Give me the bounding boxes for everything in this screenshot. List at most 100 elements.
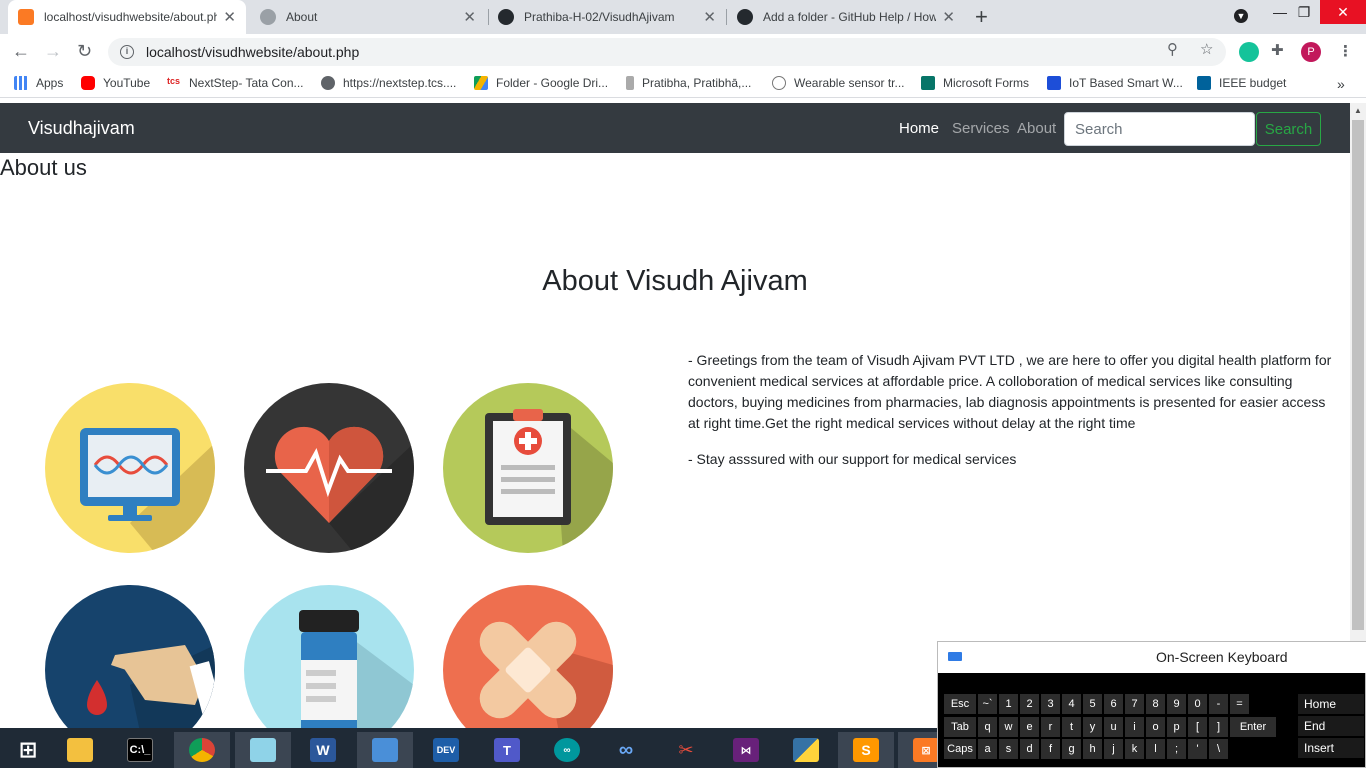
osk-key[interactable]: = bbox=[1230, 694, 1249, 714]
osk-key[interactable]: 1 bbox=[999, 694, 1018, 714]
nav-services[interactable]: Services bbox=[952, 120, 1010, 137]
extensions-icon[interactable]: ✚ bbox=[1271, 41, 1284, 59]
bookmark-youtube[interactable]: YouTube bbox=[81, 76, 150, 90]
taskbar-arduino[interactable]: ∞ bbox=[539, 732, 595, 768]
osk-key[interactable]: [ bbox=[1188, 717, 1207, 737]
osk-key[interactable]: \ bbox=[1209, 739, 1228, 759]
taskbar-chrome[interactable] bbox=[174, 732, 230, 768]
osk-key[interactable]: 4 bbox=[1062, 694, 1081, 714]
osk-key[interactable]: s bbox=[999, 739, 1018, 759]
bookmark-ieee[interactable]: IEEE budget bbox=[1197, 76, 1286, 90]
forward-button[interactable]: → bbox=[44, 41, 62, 62]
osk-key[interactable]: - bbox=[1209, 694, 1228, 714]
bookmark-nextstep-url[interactable]: https://nextstep.tcs.... bbox=[321, 76, 456, 90]
bookmark-google-drive[interactable]: Folder - Google Dri... bbox=[474, 76, 608, 90]
osk-key[interactable]: o bbox=[1146, 717, 1165, 737]
osk-key[interactable]: 2 bbox=[1020, 694, 1039, 714]
osk-key[interactable]: ' bbox=[1188, 739, 1207, 759]
osk-key[interactable]: q bbox=[978, 717, 997, 737]
osk-key[interactable]: Caps bbox=[944, 739, 976, 759]
zoom-icon[interactable]: ⚲ bbox=[1167, 40, 1178, 58]
osk-key[interactable]: Tab bbox=[944, 717, 976, 737]
reload-button[interactable]: ↻ bbox=[77, 41, 92, 62]
osk-key[interactable]: Esc bbox=[944, 694, 976, 714]
close-window-button[interactable]: ✕ bbox=[1320, 0, 1366, 24]
osk-key[interactable]: ; bbox=[1167, 739, 1186, 759]
osk-key[interactable]: t bbox=[1062, 717, 1081, 737]
osk-key[interactable]: d bbox=[1020, 739, 1039, 759]
scrollbar-thumb[interactable] bbox=[1352, 120, 1364, 630]
bookmark-nextstep[interactable]: tcs NextStep- Tata Con... bbox=[167, 76, 304, 90]
osk-key[interactable]: l bbox=[1146, 739, 1165, 759]
page-scrollbar[interactable]: ▲ bbox=[1350, 103, 1366, 728]
tab-github-help[interactable]: Add a folder - GitHub Help / How ✕ bbox=[727, 0, 965, 34]
osk-key[interactable]: 7 bbox=[1125, 694, 1144, 714]
start-button[interactable]: ⊞ bbox=[0, 732, 56, 768]
taskbar-remote-desktop[interactable] bbox=[357, 732, 413, 768]
osk-key[interactable]: 8 bbox=[1146, 694, 1165, 714]
osk-key[interactable]: w bbox=[999, 717, 1018, 737]
osk-title-bar[interactable]: On-Screen Keyboard bbox=[938, 642, 1366, 673]
osk-key[interactable]: h bbox=[1083, 739, 1102, 759]
nav-home[interactable]: Home bbox=[899, 120, 939, 137]
site-brand[interactable]: Visudhajivam bbox=[28, 118, 135, 139]
osk-key[interactable]: End bbox=[1298, 716, 1364, 736]
taskbar-visual-studio[interactable]: ⋈ bbox=[718, 732, 774, 768]
taskbar-word[interactable]: W bbox=[295, 732, 351, 768]
chrome-menu-icon[interactable]: ⋮ bbox=[1338, 42, 1353, 60]
taskbar-cmd[interactable]: C:\_ bbox=[112, 732, 168, 768]
nav-about[interactable]: About bbox=[1017, 120, 1056, 137]
taskbar-python[interactable] bbox=[778, 732, 834, 768]
more-bookmarks-icon[interactable]: » bbox=[1337, 76, 1345, 92]
search-input[interactable] bbox=[1064, 112, 1255, 146]
tab-github-repo[interactable]: Prathiba-H-02/VisudhAjivam ✕ bbox=[488, 0, 726, 34]
bookmark-star-icon[interactable]: ☆ bbox=[1200, 40, 1213, 58]
osk-key[interactable]: i bbox=[1125, 717, 1144, 737]
osk-key[interactable]: ~` bbox=[978, 694, 997, 714]
osk-key[interactable]: 3 bbox=[1041, 694, 1060, 714]
taskbar-teams[interactable]: T bbox=[479, 732, 535, 768]
osk-key[interactable]: y bbox=[1083, 717, 1102, 737]
taskbar-snipping-tool[interactable]: ✂ bbox=[658, 732, 714, 768]
osk-key[interactable]: Home bbox=[1298, 694, 1364, 714]
grammarly-icon[interactable] bbox=[1239, 42, 1259, 62]
profile-avatar[interactable]: P bbox=[1301, 42, 1321, 62]
back-button[interactable]: ← bbox=[12, 41, 30, 62]
maximize-button[interactable]: ❐ bbox=[1286, 0, 1322, 24]
osk-key[interactable]: 5 bbox=[1083, 694, 1102, 714]
taskbar-infinity-app[interactable]: ∞ bbox=[598, 732, 654, 768]
osk-key[interactable]: r bbox=[1041, 717, 1060, 737]
osk-key[interactable]: Enter bbox=[1230, 717, 1276, 737]
taskbar-devcpp[interactable]: DEV bbox=[418, 732, 474, 768]
osk-key[interactable]: u bbox=[1104, 717, 1123, 737]
address-bar[interactable]: i localhost/visudhwebsite/about.php bbox=[108, 38, 1226, 66]
close-tab-icon[interactable]: ✕ bbox=[463, 8, 476, 26]
osk-key[interactable]: p bbox=[1167, 717, 1186, 737]
site-info-icon[interactable]: i bbox=[120, 45, 134, 59]
bookmark-wearable[interactable]: Wearable sensor tr... bbox=[772, 76, 905, 90]
close-tab-icon[interactable]: ✕ bbox=[703, 8, 716, 26]
osk-key[interactable]: ] bbox=[1209, 717, 1228, 737]
osk-key[interactable]: 9 bbox=[1167, 694, 1186, 714]
bookmark-apps[interactable]: Apps bbox=[14, 76, 63, 90]
osk-key[interactable]: 0 bbox=[1188, 694, 1207, 714]
close-tab-icon[interactable]: ✕ bbox=[942, 8, 955, 26]
tab-about-php[interactable]: localhost/visudhwebsite/about.ph ✕ bbox=[8, 0, 246, 34]
bookmark-pratibha[interactable]: Pratibha, Pratibhā,... bbox=[626, 76, 751, 90]
osk-key[interactable]: a bbox=[978, 739, 997, 759]
osk-key[interactable]: j bbox=[1104, 739, 1123, 759]
osk-key[interactable]: 6 bbox=[1104, 694, 1123, 714]
search-button[interactable]: Search bbox=[1256, 112, 1321, 146]
osk-key[interactable]: e bbox=[1020, 717, 1039, 737]
scroll-up-arrow-icon[interactable]: ▲ bbox=[1354, 106, 1362, 115]
taskbar-sublime[interactable]: S bbox=[838, 732, 894, 768]
new-tab-button[interactable]: + bbox=[975, 4, 988, 30]
close-tab-icon[interactable]: ✕ bbox=[223, 8, 236, 26]
osk-key[interactable]: f bbox=[1041, 739, 1060, 759]
osk-key[interactable]: Insert bbox=[1298, 738, 1364, 758]
tab-about[interactable]: About ✕ bbox=[250, 0, 486, 34]
bookmark-ms-forms[interactable]: Microsoft Forms bbox=[921, 76, 1029, 90]
taskbar-file-explorer[interactable] bbox=[52, 732, 108, 768]
taskbar-notepad[interactable] bbox=[235, 732, 291, 768]
osk-key[interactable]: k bbox=[1125, 739, 1144, 759]
